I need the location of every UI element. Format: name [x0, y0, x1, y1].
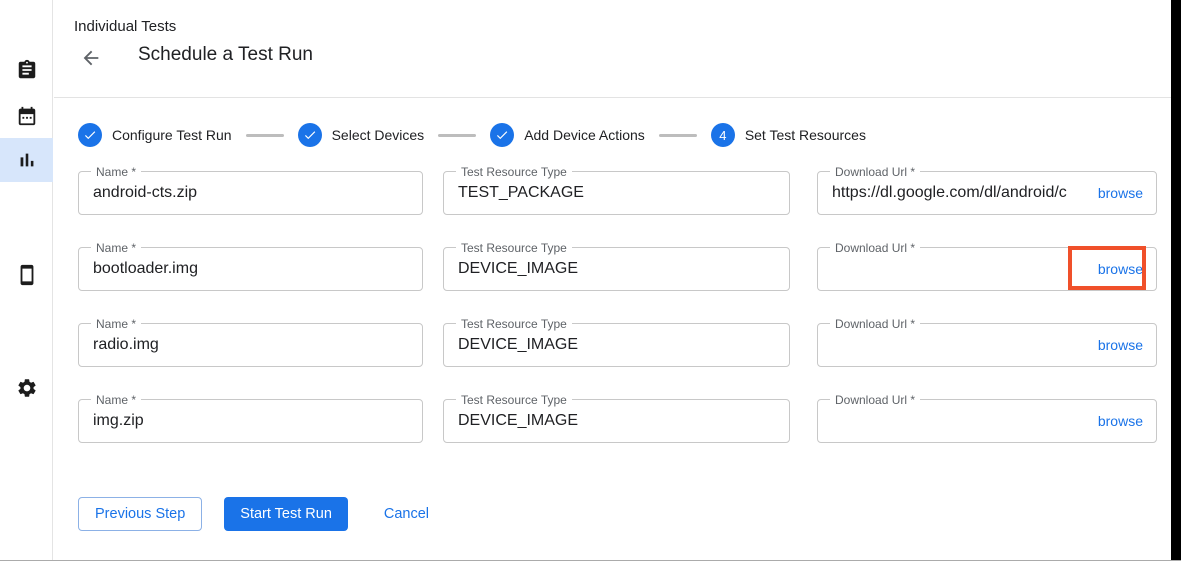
cancel-button[interactable]: Cancel [384, 497, 429, 531]
schedule-test-run-page: Individual Tests Schedule a Test Run Con… [0, 0, 1181, 561]
resource-type-field-label: Test Resource Type [456, 317, 572, 331]
resource-type-field: Test Resource Type [443, 399, 790, 443]
resource-row: Name * Test Resource Type Download Url *… [78, 323, 1157, 367]
step-complete-badge [298, 123, 322, 147]
step-label: Add Device Actions [524, 127, 645, 143]
download-url-field-label: Download Url * [830, 393, 920, 407]
step-select-devices[interactable]: Select Devices [298, 123, 425, 147]
browse-link[interactable]: browse [1098, 413, 1143, 429]
resource-type-field: Test Resource Type [443, 323, 790, 367]
step-set-test-resources[interactable]: 4 Set Test Resources [711, 123, 866, 147]
sidebar-item-tests[interactable] [0, 48, 53, 92]
calendar-icon [16, 105, 38, 127]
smartphone-icon [16, 264, 38, 286]
name-field: Name * [78, 399, 423, 443]
name-field-label: Name * [91, 241, 141, 255]
check-icon [303, 128, 317, 142]
bar-chart-icon [16, 149, 38, 171]
resource-type-field-label: Test Resource Type [456, 393, 572, 407]
stepper-connector [438, 134, 476, 137]
name-field: Name * [78, 247, 423, 291]
name-field: Name * [78, 171, 423, 215]
window-edge-strip [1171, 0, 1181, 561]
check-icon [495, 128, 509, 142]
resource-row: Name * Test Resource Type Download Url *… [78, 171, 1157, 215]
resource-row: Name * Test Resource Type Download Url *… [78, 399, 1157, 443]
header-divider [54, 97, 1171, 98]
step-number-badge: 4 [711, 123, 735, 147]
breadcrumb: Individual Tests [74, 18, 176, 35]
sidebar-item-devices[interactable] [0, 253, 53, 297]
resource-type-field-label: Test Resource Type [456, 241, 572, 255]
download-url-field-label: Download Url * [830, 165, 920, 179]
resource-row: Name * Test Resource Type Download Url *… [78, 247, 1157, 291]
step-complete-badge [490, 123, 514, 147]
browse-link[interactable]: browse [1098, 337, 1143, 353]
sidebar-item-schedule[interactable] [0, 94, 53, 138]
previous-step-button[interactable]: Previous Step [78, 497, 202, 531]
back-button[interactable] [78, 45, 104, 71]
sidebar [0, 0, 53, 561]
step-complete-badge [78, 123, 102, 147]
step-label: Set Test Resources [745, 127, 866, 143]
sidebar-item-settings[interactable] [0, 366, 53, 410]
form-actions: Previous Step Start Test Run Cancel [78, 497, 429, 531]
stepper-connector [246, 134, 284, 137]
test-resources-form: Name * Test Resource Type Download Url *… [78, 171, 1157, 475]
download-url-field: Download Url * browse [817, 171, 1157, 215]
resource-type-field: Test Resource Type [443, 247, 790, 291]
gear-icon [16, 377, 38, 399]
name-field-label: Name * [91, 317, 141, 331]
stepper: Configure Test Run Select Devices Add De… [78, 123, 866, 147]
resource-type-field: Test Resource Type [443, 171, 790, 215]
step-label: Configure Test Run [112, 127, 232, 143]
name-field: Name * [78, 323, 423, 367]
step-add-device-actions[interactable]: Add Device Actions [490, 123, 645, 147]
stepper-connector [659, 134, 697, 137]
clipboard-icon [16, 59, 38, 81]
download-url-field: Download Url * browse [817, 247, 1157, 291]
browse-link[interactable]: browse [1098, 185, 1143, 201]
name-field-label: Name * [91, 393, 141, 407]
download-url-field-label: Download Url * [830, 317, 920, 331]
arrow-back-icon [80, 47, 102, 69]
resource-type-field-label: Test Resource Type [456, 165, 572, 179]
start-test-run-button[interactable]: Start Test Run [224, 497, 348, 531]
download-url-field: Download Url * browse [817, 399, 1157, 443]
sidebar-item-results[interactable] [0, 138, 53, 182]
name-field-label: Name * [91, 165, 141, 179]
page-title: Schedule a Test Run [138, 44, 313, 66]
check-icon [83, 128, 97, 142]
download-url-field-label: Download Url * [830, 241, 920, 255]
browse-link[interactable]: browse [1098, 261, 1143, 277]
step-label: Select Devices [332, 127, 425, 143]
download-url-field: Download Url * browse [817, 323, 1157, 367]
step-configure-test-run[interactable]: Configure Test Run [78, 123, 232, 147]
